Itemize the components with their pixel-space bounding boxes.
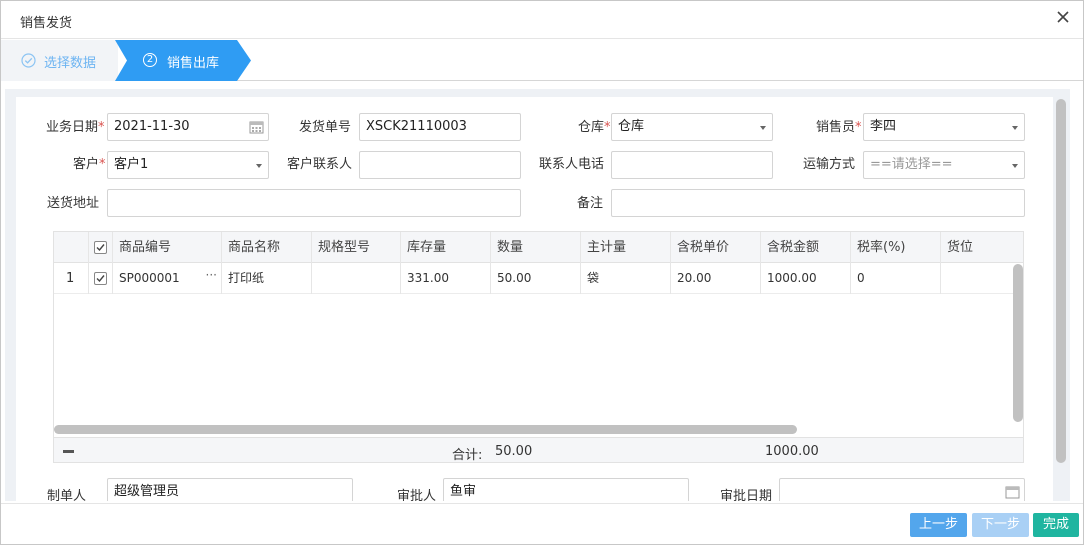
grid-header: 商品编号 商品名称 规格型号 库存量 数量 主计量 含税单价 含税金额 税率(%…: [54, 232, 1023, 263]
total-qty: 50.00: [495, 444, 533, 459]
approve-date-field[interactable]: [779, 478, 1025, 501]
col-header-qty[interactable]: 数量: [491, 232, 581, 263]
col-header-tax-rate[interactable]: 税率(%): [851, 232, 941, 263]
address-label: 送货地址: [47, 196, 100, 211]
goods-grid: 商品编号 商品名称 规格型号 库存量 数量 主计量 含税单价 含税金额 税率(%…: [53, 231, 1024, 463]
col-header-location[interactable]: 货位: [941, 232, 1023, 263]
check-circle-icon: [21, 53, 36, 68]
col-header-unit[interactable]: 主计量: [581, 232, 671, 263]
cell-location[interactable]: [941, 263, 1023, 294]
prev-step-button[interactable]: 上一步: [910, 513, 967, 537]
chevron-down-icon: [1012, 126, 1018, 130]
step-label: 选择数据: [44, 56, 97, 71]
form-content-area: 业务日期* 2021-11-30 发货单号 XSCK21110003 仓库* 仓…: [5, 89, 1070, 501]
approver-field[interactable]: 鱼审: [443, 478, 689, 501]
next-step-button[interactable]: 下一步: [972, 513, 1029, 537]
chevron-down-icon: [1012, 164, 1018, 168]
remark-label: 备注: [577, 196, 604, 211]
cell-spec[interactable]: [312, 263, 401, 294]
calendar-icon[interactable]: [1005, 485, 1020, 499]
cell-unit: 袋: [581, 263, 671, 294]
table-row[interactable]: 1 SP000001 ··· 打印纸 331.00 50.00 袋 20.00 …: [54, 263, 1023, 294]
cell-code[interactable]: SP000001 ···: [113, 263, 222, 294]
chevron-down-icon: [760, 126, 766, 130]
ship-no-field[interactable]: XSCK21110003: [359, 113, 521, 141]
select-all-header: [89, 232, 113, 263]
grid-footer: 合计: 50.00 1000.00: [54, 437, 1023, 463]
form-panel: 业务日期* 2021-11-30 发货单号 XSCK21110003 仓库* 仓…: [16, 97, 1053, 501]
close-icon[interactable]: [1055, 9, 1071, 25]
chevron-down-icon: [256, 164, 262, 168]
grid-vertical-scrollbar[interactable]: [1013, 264, 1023, 422]
dialog-titlebar: 销售发货: [1, 1, 1083, 39]
more-icon[interactable]: ···: [206, 263, 217, 291]
transport-label: 运输方式: [803, 157, 856, 172]
check-icon: [96, 244, 105, 252]
customer-label: 客户*: [73, 157, 106, 172]
biz-date-label: 业务日期*: [46, 120, 105, 135]
contact-input[interactable]: [359, 151, 521, 179]
maker-label: 制单人: [47, 489, 87, 501]
customer-select[interactable]: 客户1: [107, 151, 269, 179]
select-all-checkbox[interactable]: [94, 241, 107, 254]
biz-date-field[interactable]: 2021-11-30: [107, 113, 269, 141]
sales-shipment-dialog: 销售发货 选择数据 2 销售出库 业务日期* 2021-11-30 发货单号 X…: [0, 0, 1084, 545]
cell-tax-rate[interactable]: 0: [851, 263, 941, 294]
contact-label: 客户联系人: [287, 157, 353, 172]
transport-select[interactable]: ==请选择==: [863, 151, 1025, 179]
approver-label: 审批人: [397, 489, 437, 501]
grid-horizontal-scrollbar[interactable]: [54, 425, 797, 434]
remark-input[interactable]: [611, 189, 1025, 217]
calendar-icon[interactable]: [249, 120, 264, 134]
col-header-price[interactable]: 含税单价: [671, 232, 761, 263]
form-vertical-scrollbar[interactable]: [1056, 99, 1066, 463]
step-sales-outbound[interactable]: 2 销售出库: [115, 40, 253, 81]
col-header-name[interactable]: 商品名称: [222, 232, 312, 263]
col-header-amount[interactable]: 含税金额: [761, 232, 851, 263]
wizard-steps: 选择数据 2 销售出库: [1, 40, 1083, 81]
salesperson-select[interactable]: 李四: [863, 113, 1025, 141]
row-checkbox[interactable]: [94, 272, 107, 285]
total-label: 合计:: [452, 448, 483, 463]
check-icon: [96, 275, 105, 283]
address-input[interactable]: [107, 189, 521, 217]
total-amount: 1000.00: [765, 444, 819, 459]
cell-price[interactable]: 20.00: [671, 263, 761, 294]
warehouse-label: 仓库*: [578, 120, 611, 135]
step-label: 销售出库: [167, 56, 220, 71]
row-number-header: [54, 232, 89, 263]
maker-field[interactable]: 超级管理员: [107, 478, 353, 501]
approve-date-label: 审批日期: [720, 489, 773, 501]
row-number: 1: [54, 263, 89, 294]
salesperson-label: 销售员*: [816, 120, 862, 135]
step-number: 2: [143, 53, 157, 67]
dialog-title: 销售发货: [20, 16, 73, 31]
finish-button[interactable]: 完成: [1033, 513, 1079, 537]
cell-qty[interactable]: 50.00: [491, 263, 581, 294]
row-select-cell: [89, 263, 113, 294]
phone-label: 联系人电话: [539, 157, 605, 172]
col-header-spec[interactable]: 规格型号: [312, 232, 401, 263]
phone-input[interactable]: [611, 151, 773, 179]
cell-name[interactable]: 打印纸: [222, 263, 312, 294]
cell-stock: 331.00: [401, 263, 491, 294]
col-header-stock[interactable]: 库存量: [401, 232, 491, 263]
ship-no-label: 发货单号: [299, 120, 352, 135]
dialog-footer: 上一步 下一步 完成: [1, 503, 1083, 544]
cell-amount[interactable]: 1000.00: [761, 263, 851, 294]
step-select-data[interactable]: 选择数据: [1, 40, 118, 81]
warehouse-select[interactable]: 仓库: [611, 113, 773, 141]
collapse-icon[interactable]: [63, 450, 74, 453]
col-header-code[interactable]: 商品编号: [113, 232, 222, 263]
